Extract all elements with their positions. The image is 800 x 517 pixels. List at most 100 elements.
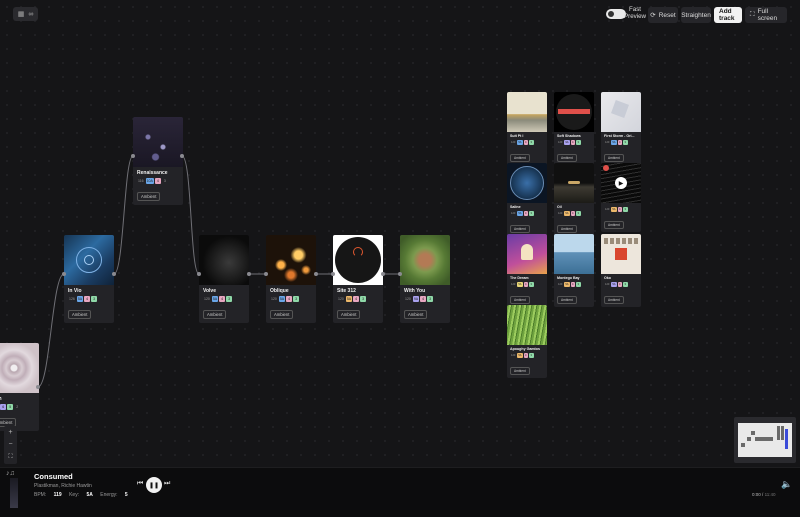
track-artwork — [333, 235, 383, 285]
track-artwork — [64, 235, 114, 285]
library-track-card[interactable]: First Storm - Ori... 120 5A 4 3 Ambient — [601, 92, 641, 165]
connection-handle[interactable] — [381, 272, 385, 276]
library-track-card[interactable]: Suit Pt I 120 5A 4 3 Ambient — [507, 92, 547, 165]
track-artwork — [400, 235, 450, 285]
track-tags: 120 5A 4 3 — [511, 140, 534, 145]
track-tags: 120 5A 4 3 — [511, 353, 534, 358]
pause-button[interactable]: ❚❚ — [146, 477, 162, 493]
track-artwork — [199, 235, 249, 285]
track-card[interactable]: ach 2A652 Ambient — [0, 343, 39, 431]
straighten-button[interactable]: Straighten — [681, 7, 711, 23]
genre-badge: Ambient — [337, 310, 361, 319]
library-track-card[interactable]: Montego Bay 120 5A 4 3 Ambient — [554, 234, 594, 307]
library-track-card[interactable]: Apoughy Gamtos 120 5A 4 3 Ambient — [507, 305, 547, 378]
genre-badge: Ambient — [270, 310, 294, 319]
track-tags: 120 5A 4 3 — [605, 140, 628, 145]
track-card[interactable]: Oblique 120 5A 4 3 Ambient — [266, 235, 316, 323]
track-title: Apoughy Gamtos — [510, 347, 540, 351]
track-card[interactable]: Volve 120 5A 4 3 Ambient — [199, 235, 249, 323]
library-track-card[interactable]: Soft Shadows 120 9A 4 3 Ambient — [554, 92, 594, 165]
connection-handle[interactable] — [197, 272, 201, 276]
fullscreen-button[interactable]: ⛶ Full screen — [745, 7, 787, 23]
fast-preview-toggle[interactable] — [606, 9, 626, 19]
track-title: Suit Pt I — [510, 134, 524, 138]
track-artwork — [601, 92, 641, 132]
genre-badge: Ambient — [510, 153, 530, 162]
volume-icon[interactable]: 🔈 — [781, 479, 792, 490]
connection-handle[interactable] — [314, 272, 318, 276]
play-button[interactable]: ▶ — [615, 177, 627, 189]
now-playing-artists: Plastikman, Richie Hawtin — [34, 483, 92, 489]
zoom-out-button[interactable]: − — [8, 441, 12, 448]
track-tags: 120 9A 4 3 — [558, 140, 581, 145]
link-icon[interactable]: ∞ — [28, 11, 33, 18]
add-track-button[interactable]: Add track — [714, 7, 742, 23]
genre-badge: Ambient — [68, 310, 92, 319]
track-title: The Dream — [510, 276, 529, 280]
genre-badge: Ambient — [404, 310, 428, 319]
track-title: Montego Bay — [557, 276, 580, 280]
next-button[interactable]: ⏭ — [164, 480, 170, 488]
playback-time: 0:00 / 11:40 — [752, 492, 776, 497]
connection-handle[interactable] — [247, 272, 251, 276]
waveform-icon[interactable]: ♪♫ — [6, 470, 15, 477]
connection-handle[interactable] — [131, 154, 135, 158]
track-tags: 120 5A 4 3 — [605, 282, 628, 287]
track-tags: 120 9A 4 3 — [400, 295, 450, 303]
fast-preview-label: Fast Preview — [624, 6, 647, 20]
view-mode-toggle[interactable]: ▦ ∞ — [13, 7, 38, 21]
grid-icon[interactable]: ▦ — [18, 10, 25, 18]
connection-handle[interactable] — [180, 154, 184, 158]
track-tags: 120 5A 4 3 — [266, 295, 316, 303]
track-title: In Vio — [68, 288, 82, 294]
track-card[interactable]: In Vio 126 5A 4 3 Ambient — [64, 235, 114, 323]
track-artwork — [133, 117, 183, 167]
track-title: ach — [0, 393, 39, 403]
track-artwork — [0, 343, 39, 393]
track-tags: 120 5A 4 3 — [333, 295, 383, 303]
connection-handle[interactable] — [36, 385, 40, 389]
previous-button[interactable]: ⏮ — [137, 480, 143, 488]
track-title: With You — [404, 288, 426, 294]
track-card[interactable]: Renaissance 116 10A 4 3 Ambient — [133, 117, 183, 205]
reset-button[interactable]: ⟳ Reset — [648, 7, 678, 23]
zoom-in-button[interactable]: + — [8, 429, 12, 436]
library-track-card[interactable]: The Dream 120 5A 4 3 Ambient — [507, 234, 547, 307]
connection-handle[interactable] — [264, 272, 268, 276]
track-connections — [37, 155, 400, 388]
track-tags: 120 5A 4 3 — [511, 211, 534, 216]
track-card[interactable]: With You 120 9A 4 3 Ambient — [400, 235, 450, 323]
track-title: Site 312 — [337, 288, 356, 294]
track-title: First Storm - Ori... — [604, 134, 635, 138]
track-artwork — [507, 163, 547, 203]
track-tags: 120 5A 4 3 — [199, 295, 249, 303]
track-title: Soft Shadows — [557, 134, 581, 138]
track-canvas[interactable]: ▦ ∞ Fast Preview ⟳ Reset Straighten Add t… — [0, 0, 800, 467]
genre-badge: Ambient — [557, 224, 577, 233]
library-track-card[interactable]: Saline 120 5A 4 3 Ambient — [507, 163, 547, 236]
track-title: Oblique — [270, 288, 289, 294]
track-card[interactable]: Site 312 120 5A 4 3 Ambient — [333, 235, 383, 323]
track-artwork — [507, 234, 547, 274]
track-title: Saline — [510, 205, 521, 209]
zoom-controls: + − ⛶ — [4, 426, 17, 464]
connection-handle[interactable] — [398, 272, 402, 276]
connection-handle[interactable] — [62, 272, 66, 276]
genre-badge: Ambient — [604, 295, 624, 304]
minimap[interactable] — [734, 417, 796, 463]
player-artwork — [10, 478, 18, 508]
track-tags: 120 5A 4 3 — [605, 207, 628, 212]
library-track-card[interactable]: ▶ 120 5A 4 3 Ambient — [601, 163, 641, 232]
track-tags: 120 5A 4 3 — [558, 282, 581, 287]
track-tags: 120 5A 4 3 — [558, 211, 581, 216]
library-track-card[interactable]: Oil 120 5A 4 3 Ambient — [554, 163, 594, 236]
library-track-card[interactable]: Oko 120 5A 4 3 Ambient — [601, 234, 641, 307]
track-tags: 120 5A 4 3 — [511, 282, 534, 287]
genre-badge: Ambient — [510, 366, 530, 375]
track-artwork — [554, 234, 594, 274]
genre-badge: Ambient — [557, 295, 577, 304]
connection-handle[interactable] — [112, 272, 116, 276]
fit-view-icon[interactable]: ⛶ — [8, 454, 12, 461]
connection-handle[interactable] — [331, 272, 335, 276]
genre-badge: Ambient — [604, 220, 624, 229]
